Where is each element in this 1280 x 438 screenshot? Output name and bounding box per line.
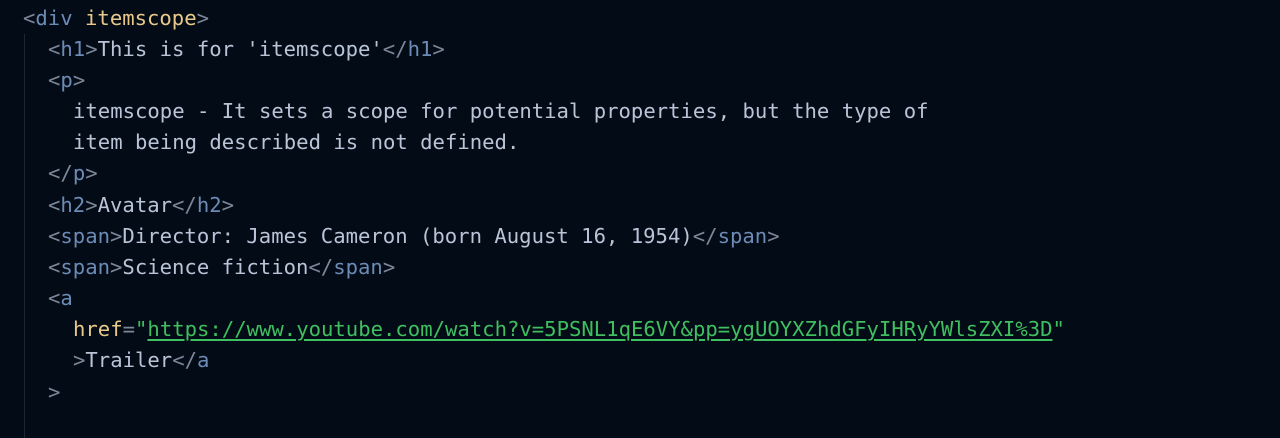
tag-open-bracket: < [48,68,61,92]
tag-name-h2: h2 [60,193,86,217]
end-tag-name-span: span [333,255,383,279]
tag-open-bracket: < [48,286,61,310]
tag-open-bracket: < [48,193,61,217]
code-line-12: >Trailer</a [73,345,209,376]
end-tag-open-bracket: </ [382,37,408,61]
tag-close-bracket: > [767,224,780,248]
code-line-7: <h2>Avatar</h2> [48,190,234,221]
code-line-6: </p> [48,158,98,189]
tag-name-p: p [60,68,73,92]
subheading-text: Avatar [97,193,173,217]
tag-close-bracket: > [85,161,98,185]
indent-guide [24,34,25,438]
tag-close-bracket: > [85,193,98,217]
code-line-9: <span>Science fiction</span> [48,252,395,283]
code-line-3: <p> [48,65,85,96]
tag-name-a: a [60,286,73,310]
tag-open-bracket: < [48,255,61,279]
end-tag-name-p: p [72,161,86,185]
tag-open-bracket: < [23,6,36,30]
attribute-itemscope: itemscope [85,6,197,30]
end-tag-open-bracket: </ [308,255,334,279]
director-text: Director: James Cameron (born August 16,… [122,224,693,248]
string-quote-open: " [135,317,148,341]
tag-close-bracket: > [196,6,210,30]
tag-close-bracket: > [110,224,123,248]
tag-name-span: span [60,224,111,248]
code-editor[interactable]: <div itemscope> <h1>This is for 'itemsco… [0,0,1280,438]
attribute-href: href [73,317,123,341]
heading-text: This is for 'itemscope' [97,37,383,61]
end-tag-open-bracket: </ [172,193,197,217]
tag-close-bracket: > [85,37,98,61]
tag-open-bracket: < [48,224,61,248]
link-text: Trailer [85,348,173,372]
tag-name-div: div [35,6,73,30]
equals-sign: = [122,317,136,341]
code-line-10: <a [48,283,73,314]
code-line-8: <span>Director: James Cameron (born Augu… [48,221,780,252]
end-tag-open-bracket: </ [48,161,73,185]
code-line-13: > [48,377,60,408]
tag-close-bracket: > [382,255,396,279]
tag-name-span: span [60,255,111,279]
code-line-11: href="https://www.youtube.com/watch?v=5P… [73,314,1065,345]
tag-close-bracket: > [221,193,235,217]
paragraph-text-1: itemscope - It sets a scope for potentia… [73,99,929,123]
string-quote-close: " [1052,317,1065,341]
end-tag-open-bracket: </ [172,348,198,372]
code-line-1: <div itemscope> [23,3,209,34]
href-url-link[interactable]: https://www.youtube.com/watch?v=5PSNL1qE… [147,317,1052,341]
end-tag-name-a: a [197,348,210,372]
end-tag-name-span: span [717,224,768,248]
tag-open-bracket: < [48,37,61,61]
tag-close-bracket: > [110,255,123,279]
end-tag-name-h1: h1 [407,37,433,61]
end-tag-open-bracket: </ [692,224,718,248]
tag-name-h1: h1 [60,37,86,61]
code-line-4: itemscope - It sets a scope for potentia… [73,96,929,127]
tag-close-bracket: > [72,68,86,92]
genre-text: Science fiction [122,255,309,279]
end-tag-name-h2: h2 [196,193,222,217]
code-line-5: item being described is not defined. [73,127,519,158]
tag-close-bracket: > [48,380,61,404]
tag-close-bracket: > [73,348,86,372]
code-line-2: <h1>This is for 'itemscope'</h1> [48,34,445,65]
paragraph-text-2: item being described is not defined. [73,130,520,154]
tag-close-bracket: > [432,37,445,61]
